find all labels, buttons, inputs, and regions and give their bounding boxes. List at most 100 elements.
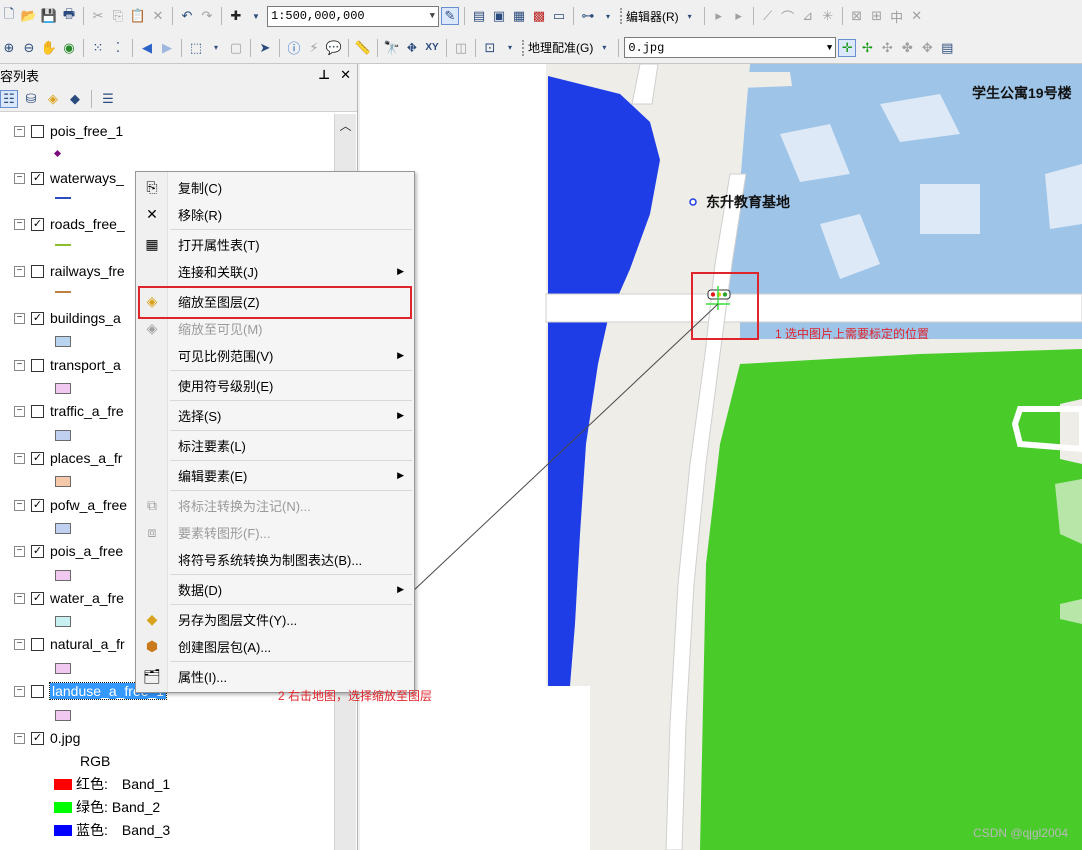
split-icon[interactable]: ✕ (908, 7, 926, 25)
layer-name[interactable]: transport_a (50, 357, 121, 373)
menu-item-label-features[interactable]: 标注要素(L) (136, 432, 414, 458)
edit-vertices-icon[interactable]: ⊠ (848, 7, 866, 25)
model-builder-icon[interactable]: ⊶ (579, 7, 597, 25)
pan-icon[interactable]: ✋ (40, 39, 58, 57)
menu-item-joins-relates[interactable]: 连接和关联(J) ▶ (136, 258, 414, 284)
redo-icon[interactable]: ↷ (198, 7, 216, 25)
menu-item-zoom-to-visible[interactable]: ◈ 缩放至可见(M) (136, 315, 414, 341)
menu-item-open-attribute-table[interactable]: ▦ 打开属性表(T) (136, 231, 414, 257)
go-to-xy-icon[interactable]: XY (423, 39, 441, 57)
point-icon[interactable]: ✳ (819, 7, 837, 25)
tools-overflow-icon[interactable]: ▾ (501, 39, 519, 57)
collapse-icon[interactable]: − (14, 452, 25, 464)
zoom-to-link-icon[interactable]: ✤ (898, 39, 916, 57)
list-by-drawing-order-icon[interactable]: ☷ (0, 89, 18, 108)
polygon-symbol[interactable] (55, 663, 71, 674)
fixed-zoom-in-icon[interactable]: ⁙ (89, 39, 107, 57)
save-icon[interactable]: 💾 (40, 7, 58, 25)
layer-row[interactable]: − natural_a_fr (14, 632, 125, 656)
layer-row[interactable]: − railways_fre (14, 259, 125, 283)
straight-segment-icon[interactable]: ⟋ (759, 7, 777, 25)
map-scale-combobox[interactable]: 1:500,000,000 ▼ (267, 5, 439, 27)
polygon-symbol[interactable] (55, 336, 71, 347)
open-folder-icon[interactable]: 📂 (20, 7, 38, 25)
collapse-icon[interactable]: − (14, 592, 25, 604)
layer-visibility-checkbox[interactable]: ✓ (31, 217, 44, 231)
arctoolbox-icon[interactable]: ▩ (530, 7, 548, 25)
cut-polygons-icon[interactable]: 中 (888, 7, 906, 25)
line-symbol[interactable] (55, 239, 71, 246)
polygon-symbol[interactable] (55, 616, 71, 627)
layer-row[interactable]: − transport_a (14, 353, 121, 377)
list-by-source-icon[interactable]: ⛁ (22, 90, 40, 108)
pin-icon[interactable]: ⊥ (318, 67, 330, 83)
polygon-symbol[interactable] (55, 710, 71, 721)
layer-name[interactable]: natural_a_fr (50, 636, 125, 652)
layer-visibility-checkbox[interactable]: ✓ (31, 498, 44, 512)
collapse-icon[interactable]: − (14, 405, 25, 417)
georeferencing-dropdown-icon[interactable]: ▾ (595, 39, 613, 57)
menu-item-save-layer-file[interactable]: ◆ 另存为图层文件(Y)... (136, 606, 414, 632)
editor-menu[interactable]: 编辑器(R) (626, 8, 679, 25)
add-data-icon[interactable]: ✚ (227, 7, 245, 25)
layer-row[interactable]: − pois_free_1 (14, 119, 123, 143)
delete-link-icon[interactable]: ✥ (918, 39, 936, 57)
menu-item-zoom-to-layer[interactable]: ◈ 缩放至图层(Z) (136, 288, 414, 314)
georeference-layer-combobox[interactable]: 0.jpg ▼ (624, 37, 837, 58)
new-document-icon[interactable]: 🗋 (0, 6, 18, 25)
toc-options-icon[interactable]: ☰ (99, 90, 117, 108)
collapse-icon[interactable]: − (14, 172, 25, 184)
layer-visibility-checkbox[interactable]: ✓ (31, 171, 44, 185)
layer-visibility-checkbox[interactable] (31, 637, 44, 651)
measure-icon[interactable]: 📏 (354, 39, 372, 57)
layer-visibility-checkbox[interactable]: ✓ (31, 544, 44, 558)
editor-toolbar-icon[interactable]: ✎ (441, 7, 459, 25)
clear-selection-icon[interactable]: ▢ (227, 39, 245, 57)
select-dropdown-icon[interactable]: ▾ (207, 39, 225, 57)
zoom-out-icon[interactable]: ⊖ (20, 39, 38, 57)
zoom-in-icon[interactable]: ⊕ (0, 39, 18, 57)
collapse-icon[interactable]: − (14, 312, 25, 324)
layer-visibility-checkbox[interactable] (31, 124, 44, 138)
layer-visibility-checkbox[interactable]: ✓ (31, 591, 44, 605)
view-link-table-icon[interactable]: ▤ (938, 39, 956, 57)
add-control-points-auto-icon[interactable]: ✢ (858, 39, 876, 57)
edit-annotation-icon[interactable]: ▸ (730, 7, 748, 25)
layer-name[interactable]: places_a_fr (50, 450, 122, 466)
menu-item-properties[interactable]: 🗂 属性(I)... (136, 663, 414, 689)
layer-name[interactable]: pois_free_1 (50, 123, 123, 139)
layer-name[interactable]: waterways_ (50, 170, 124, 186)
map-view[interactable]: 东升教育基地 学生公寓19号楼 (360, 64, 1082, 850)
toolbar-grip[interactable] (620, 8, 623, 24)
find-icon[interactable]: 🔭 (383, 39, 401, 57)
hyperlink-icon[interactable]: ⚡ (305, 39, 323, 57)
html-popup-icon[interactable]: 💬 (325, 39, 343, 57)
paste-icon[interactable]: 📋 (129, 7, 147, 25)
collapse-icon[interactable]: − (14, 218, 25, 230)
point-symbol[interactable] (53, 149, 62, 158)
layer-name[interactable]: water_a_fre (50, 590, 124, 606)
collapse-icon[interactable]: − (14, 732, 25, 744)
line-symbol[interactable] (55, 286, 71, 293)
end-point-arc-icon[interactable]: ⌒ (779, 7, 797, 25)
select-link-icon[interactable]: ✣ (878, 39, 896, 57)
layer-visibility-checkbox[interactable] (31, 684, 44, 698)
layer-visibility-checkbox[interactable]: ✓ (31, 731, 44, 745)
reshape-icon[interactable]: ⊞ (868, 7, 886, 25)
collapse-icon[interactable]: − (14, 125, 25, 137)
toolbar-grip[interactable] (522, 39, 525, 56)
layer-row[interactable]: − ✓ water_a_fre (14, 586, 124, 610)
layer-visibility-checkbox[interactable] (31, 404, 44, 418)
create-viewer-window-icon[interactable]: ⊡ (481, 39, 499, 57)
toolbar-overflow-icon[interactable]: ▾ (599, 7, 617, 25)
copy-icon[interactable]: ⎘ (109, 7, 127, 25)
layer-row[interactable]: − ✓ places_a_fr (14, 446, 122, 470)
fixed-zoom-out-icon[interactable]: ⁚ (109, 39, 127, 57)
collapse-icon[interactable]: − (14, 638, 25, 650)
select-elements-icon[interactable]: ➤ (256, 39, 274, 57)
delete-icon[interactable]: ✕ (149, 7, 167, 25)
scroll-up-icon[interactable]: ︿ (335, 114, 356, 136)
menu-item-copy[interactable]: ⎘ 复制(C) (136, 174, 414, 200)
chevron-down-icon[interactable]: ▼ (827, 43, 832, 53)
layer-row[interactable]: − ✓ pofw_a_free (14, 493, 127, 517)
